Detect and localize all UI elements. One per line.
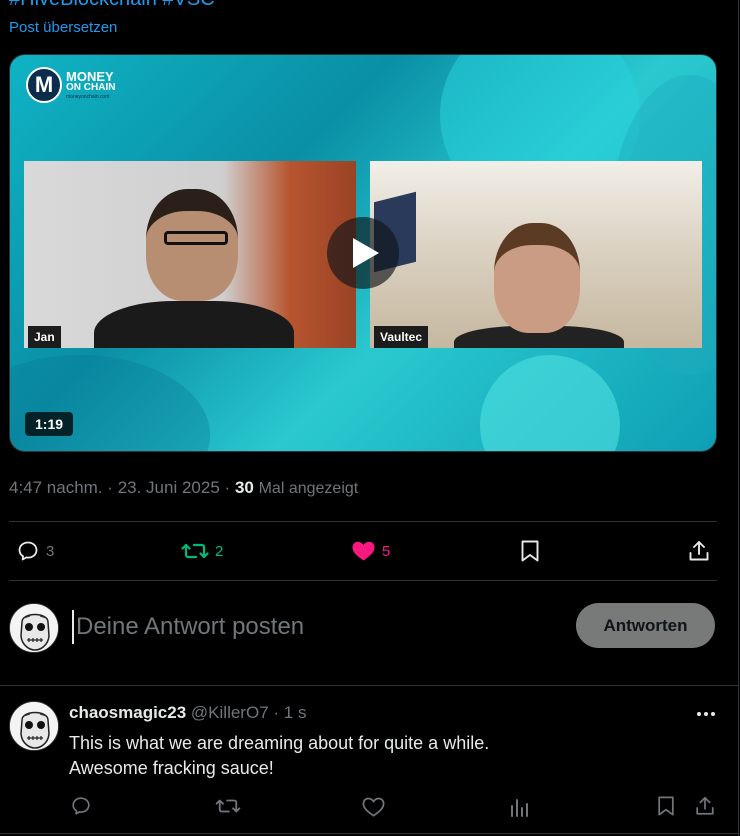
comment-repost-button[interactable] — [215, 795, 241, 817]
divider — [0, 685, 738, 686]
participant-name-label: Jan — [28, 326, 61, 348]
meta-separator: · — [107, 478, 113, 497]
like-action-button[interactable]: 5 — [351, 539, 390, 563]
divider — [9, 521, 717, 522]
video-participant-left: Jan — [24, 161, 356, 348]
commenter-avatar[interactable] — [9, 701, 59, 751]
participant-glasses — [164, 231, 228, 245]
column-border — [738, 0, 739, 836]
reply-icon — [18, 541, 38, 561]
comment-analytics-button[interactable] — [509, 796, 531, 818]
zombie-face-icon — [10, 702, 58, 750]
video-player[interactable]: M MONEY ON CHAIN moneyonchain.com Jan Va… — [9, 54, 717, 452]
comment-time[interactable]: · 1 s — [273, 703, 306, 722]
participant-name-label: Vaultec — [374, 326, 429, 348]
comment-text-line: Awesome fracking sauce! — [69, 758, 274, 778]
comment-share-button[interactable] — [694, 795, 716, 817]
repost-icon — [181, 543, 209, 559]
heart-filled-icon — [352, 541, 375, 561]
views-count: 30 — [234, 478, 254, 497]
comment-bookmark-button[interactable] — [656, 795, 676, 817]
repost-count: 2 — [215, 542, 224, 560]
brand-url: moneyonchain.com — [66, 94, 110, 100]
post-date[interactable]: 23. Juni 2025 — [118, 478, 220, 497]
heart-icon — [362, 797, 385, 817]
brand-name-line2: ON CHAIN — [66, 82, 116, 93]
more-dots-icon — [697, 712, 715, 716]
reply-icon — [72, 797, 90, 815]
background-shape — [10, 355, 210, 451]
post-metadata: 4:47 nachm. · 23. Juni 2025 · 30 Mal ang… — [9, 478, 358, 498]
comment-text: This is what we are dreaming about for q… — [69, 731, 489, 781]
participant-head — [494, 223, 580, 333]
comment-reply-button[interactable] — [70, 795, 92, 817]
repost-action-button[interactable]: 2 — [181, 539, 223, 563]
share-icon — [689, 541, 709, 561]
reply-count: 3 — [46, 542, 55, 560]
commenter-name[interactable]: chaosmagic23 — [69, 703, 186, 722]
share-icon — [696, 796, 714, 815]
bookmark-icon — [521, 540, 539, 562]
analytics-icon — [511, 799, 528, 817]
commenter-handle[interactable]: @KillerO7 — [191, 703, 269, 722]
like-count: 5 — [382, 542, 391, 560]
post-time[interactable]: 4:47 nachm. — [9, 478, 103, 497]
play-button[interactable] — [327, 217, 399, 289]
participant-body — [94, 301, 294, 348]
video-brand-logo: M MONEY ON CHAIN moneyonchain.com — [26, 67, 115, 103]
divider — [0, 833, 738, 834]
share-action-button[interactable] — [687, 539, 711, 563]
brand-logo-icon: M — [26, 67, 62, 103]
divider — [9, 580, 717, 581]
video-duration-badge: 1:19 — [25, 412, 74, 436]
background-shape — [480, 355, 620, 451]
reply-input[interactable] — [72, 610, 552, 644]
bookmark-icon — [658, 796, 674, 816]
post-hashtags[interactable]: #HiveBlockchain #VSC — [9, 0, 215, 11]
reply-submit-button[interactable]: Antworten — [576, 603, 715, 648]
video-participant-right: Vaultec — [370, 161, 702, 348]
comment-like-button[interactable] — [362, 796, 385, 818]
views-label: Mal angezeigt — [258, 480, 359, 497]
comment-text-line: This is what we are dreaming about for q… — [69, 733, 490, 753]
more-options-button[interactable] — [694, 702, 718, 726]
meta-separator: · — [224, 478, 231, 497]
play-icon — [353, 238, 379, 268]
participant-head — [146, 189, 238, 301]
repost-icon — [215, 799, 241, 813]
current-user-avatar[interactable] — [9, 603, 59, 653]
reply-action-button[interactable]: 3 — [16, 539, 54, 563]
comment-header: chaosmagic23 @KillerO7 · 1 s — [69, 703, 306, 723]
zombie-face-icon — [10, 604, 58, 652]
translate-post-link[interactable]: Post übersetzen — [9, 19, 117, 36]
bookmark-action-button[interactable] — [519, 539, 541, 563]
